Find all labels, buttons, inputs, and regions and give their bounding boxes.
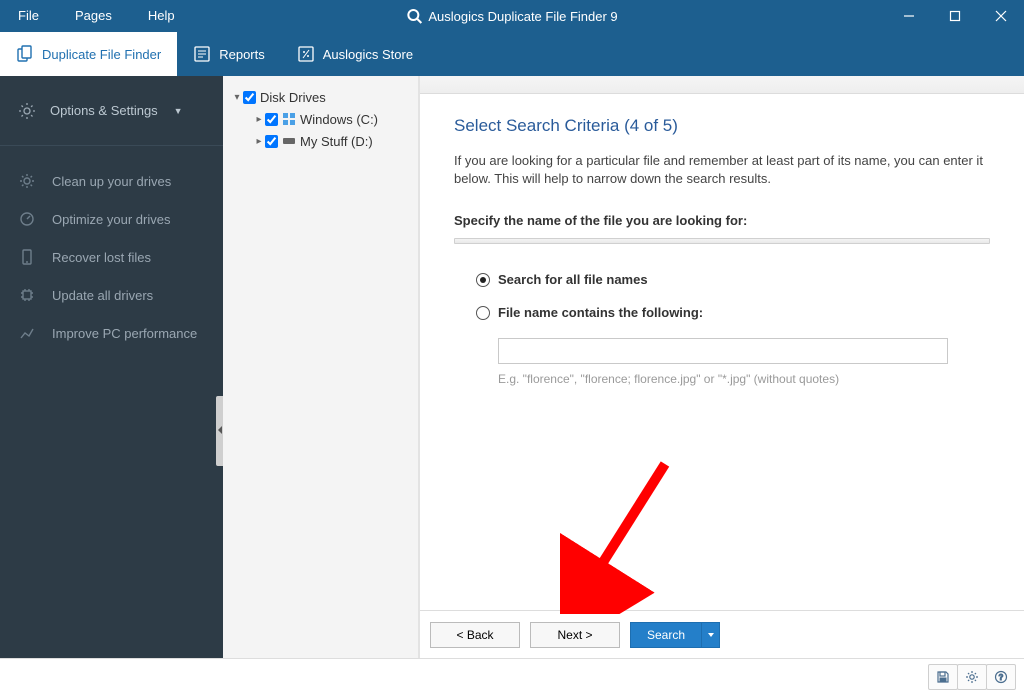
- menu-file[interactable]: File: [0, 0, 57, 32]
- content-inner: Select Search Criteria (4 of 5) If you a…: [420, 94, 1024, 610]
- window-controls: [886, 0, 1024, 32]
- tree-node-drive-c[interactable]: ▸ Windows (C:): [253, 108, 410, 130]
- content-panel: Select Search Criteria (4 of 5) If you a…: [419, 76, 1024, 658]
- help-icon: ?: [994, 670, 1008, 684]
- search-button-dropdown[interactable]: [701, 623, 719, 647]
- tab-auslogics-store[interactable]: Auslogics Store: [281, 32, 429, 76]
- input-hint-text: E.g. "florence", "florence; florence.jpg…: [498, 372, 990, 386]
- tree-node-drive-d[interactable]: ▸ My Stuff (D:): [253, 130, 410, 152]
- tree-label: Windows (C:): [300, 112, 378, 127]
- chevron-down-icon: ▼: [174, 106, 183, 116]
- footer-bar: ?: [0, 658, 1024, 694]
- chart-icon: [18, 324, 36, 342]
- content-header-shade: [420, 76, 1024, 94]
- main-area: Options & Settings ▼ Clean up your drive…: [0, 76, 1024, 658]
- menu-help[interactable]: Help: [130, 0, 193, 32]
- sidebar-item-recover[interactable]: Recover lost files: [0, 238, 223, 276]
- gear-icon: [965, 670, 979, 684]
- windows-drive-icon: [282, 112, 296, 126]
- tab-label: Auslogics Store: [323, 47, 413, 62]
- app-logo-icon: [406, 8, 422, 24]
- toolbar: Duplicate File Finder Reports Auslogics …: [0, 32, 1024, 76]
- section-label: Specify the name of the file you are loo…: [454, 213, 990, 228]
- back-button[interactable]: < Back: [430, 622, 520, 648]
- drive-tree-panel: ▾ Disk Drives ▸ Windows (C:) ▸ My Stuff …: [223, 76, 419, 658]
- tree-node-disk-drives[interactable]: ▾ Disk Drives: [231, 86, 410, 108]
- report-icon: [193, 45, 211, 63]
- wizard-button-bar: < Back Next > Search: [420, 610, 1024, 658]
- footer-settings-button[interactable]: [957, 664, 987, 690]
- sidebar-item-improve[interactable]: Improve PC performance: [0, 314, 223, 352]
- sun-icon: [18, 172, 36, 190]
- sidebar-item-drivers[interactable]: Update all drivers: [0, 276, 223, 314]
- chip-icon: [18, 286, 36, 304]
- search-button-label: Search: [647, 628, 685, 642]
- expand-icon: ▸: [253, 136, 265, 147]
- page-intro-text: If you are looking for a particular file…: [454, 152, 990, 187]
- menu-pages[interactable]: Pages: [57, 0, 130, 32]
- sidebar-item-optimize[interactable]: Optimize your drives: [0, 200, 223, 238]
- radio-icon: [476, 306, 490, 320]
- gear-icon: [18, 102, 36, 120]
- sidebar-options-settings[interactable]: Options & Settings ▼: [0, 76, 223, 146]
- radio-label: File name contains the following:: [498, 305, 703, 320]
- next-button[interactable]: Next >: [530, 622, 620, 648]
- sidebar-options-label: Options & Settings: [50, 103, 158, 118]
- hdd-drive-icon: [282, 134, 296, 148]
- title-bar: File Pages Help Auslogics Duplicate File…: [0, 0, 1024, 32]
- tree-checkbox-c[interactable]: [265, 113, 278, 126]
- sidebar-item-cleanup[interactable]: Clean up your drives: [0, 162, 223, 200]
- tree-label: Disk Drives: [260, 90, 326, 105]
- annotation-arrow-icon: [560, 454, 680, 614]
- tab-reports[interactable]: Reports: [177, 32, 281, 76]
- radio-icon: [476, 273, 490, 287]
- search-button[interactable]: Search: [630, 622, 720, 648]
- window-title-text: Auslogics Duplicate File Finder 9: [428, 9, 617, 24]
- sidebar-suggestions: Clean up your drives Optimize your drive…: [0, 146, 223, 352]
- minimize-button[interactable]: [886, 0, 932, 32]
- copy-icon: [16, 45, 34, 63]
- sidebar-item-label: Optimize your drives: [52, 212, 170, 227]
- tree-checkbox-d[interactable]: [265, 135, 278, 148]
- window-title: Auslogics Duplicate File Finder 9: [406, 8, 617, 24]
- sidebar-item-label: Improve PC performance: [52, 326, 197, 341]
- svg-text:?: ?: [999, 673, 1004, 682]
- sidebar-item-label: Recover lost files: [52, 250, 151, 265]
- gauge-icon: [18, 210, 36, 228]
- menu-bar: File Pages Help: [0, 0, 193, 32]
- radio-label: Search for all file names: [498, 272, 648, 287]
- sidebar: Options & Settings ▼ Clean up your drive…: [0, 76, 223, 658]
- store-icon: [297, 45, 315, 63]
- file-name-input[interactable]: [498, 338, 948, 364]
- radio-search-all[interactable]: Search for all file names: [476, 272, 990, 287]
- footer-help-button[interactable]: ?: [986, 664, 1016, 690]
- maximize-button[interactable]: [932, 0, 978, 32]
- tree-label: My Stuff (D:): [300, 134, 373, 149]
- save-icon: [936, 670, 950, 684]
- footer-save-button[interactable]: [928, 664, 958, 690]
- tab-label: Duplicate File Finder: [42, 47, 161, 62]
- sidebar-item-label: Clean up your drives: [52, 174, 171, 189]
- radio-name-contains[interactable]: File name contains the following:: [476, 305, 990, 320]
- phone-icon: [18, 248, 36, 266]
- tab-duplicate-file-finder[interactable]: Duplicate File Finder: [0, 32, 177, 76]
- expand-icon: ▸: [253, 114, 265, 125]
- tree-checkbox-root[interactable]: [243, 91, 256, 104]
- page-heading: Select Search Criteria (4 of 5): [454, 116, 990, 136]
- sidebar-item-label: Update all drivers: [52, 288, 153, 303]
- collapse-icon: ▾: [231, 92, 243, 103]
- close-button[interactable]: [978, 0, 1024, 32]
- section-divider: [454, 238, 990, 244]
- tab-label: Reports: [219, 47, 265, 62]
